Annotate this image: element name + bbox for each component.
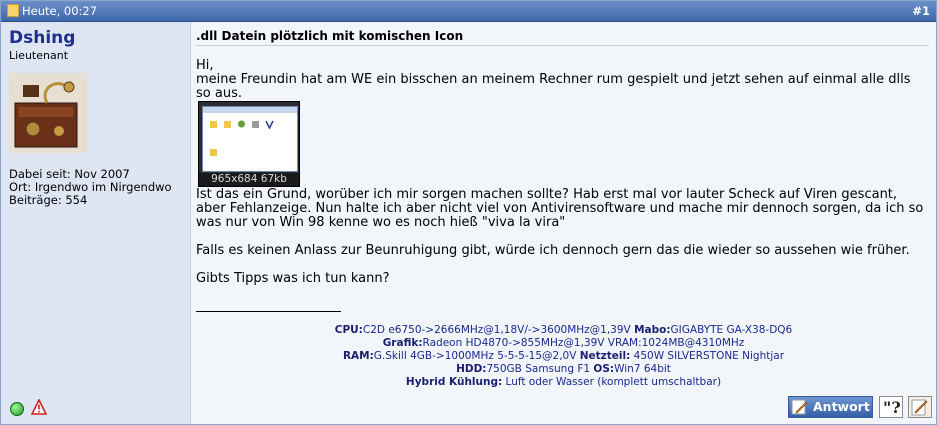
post-date: Heute, 00:27 [7,4,97,18]
user-meta: Dabei seit: Nov 2007 Ort: Irgendwo im Ni… [9,168,172,207]
signature-line: RAM:G.Skill 4GB->1000MHz 5-5-5-15@2,0V N… [191,350,936,363]
title-divider [196,45,929,46]
sig-value: Radeon HD4870->855MHz@1,39V VRAM:1024MB@… [422,337,745,349]
pencil-icon [791,399,808,415]
signature-divider [196,311,341,312]
signature: CPU:C2D e6750->2666MHz@1,18V/->3600MHz@1… [191,324,936,389]
reply-button[interactable]: Antwort [788,396,873,418]
quote-icon: "? [883,398,901,417]
post-old-icon [7,4,19,17]
sig-label: Grafik: [382,337,423,349]
sig-label: Netzteil: [579,350,631,362]
post-content-panel: .dll Datein plötzlich mit komischen Icon… [191,22,936,424]
post-paragraph: Ist das ein Grund, worüber ich mir sorge… [196,187,924,230]
sig-value: 450W SILVERSTONE Nightjar [633,350,785,362]
quote-button[interactable]: "? [879,396,903,418]
sig-label: OS: [593,363,615,375]
thumbnail-caption: 965x684 67kb [199,173,299,186]
sig-label: Mabo: [634,324,671,336]
post-date-text: Heute, 00:27 [22,4,98,18]
post-paragraph: Falls es keinen Anlass zur Beunruhigung … [196,243,910,258]
signature-line: Hybrid Kühlung: Luft oder Wasser (komple… [191,376,936,389]
multiquote-icon [911,399,928,416]
signature-line: CPU:C2D e6750->2666MHz@1,18V/->3600MHz@1… [191,324,936,337]
sig-label: HDD: [456,363,487,375]
post-buttons: Antwort "? [788,396,932,418]
post-title: .dll Datein plötzlich mit komischen Icon [196,29,464,43]
sig-value: 750GB Samsung F1 [486,363,591,375]
post-header: Heute, 00:27 #1 [1,1,936,22]
post-paragraph: Gibts Tipps was ich tun kann? [196,271,390,286]
sig-value: C2D e6750->2666MHz@1,18V/->3600MHz@1,39V [362,324,631,336]
sig-label: RAM: [342,350,374,362]
user-info-panel: Dshing Lieutenant Dabei seit: Nov 2007 O… [1,22,191,424]
sig-label: Hybrid Kühlung: [405,376,503,388]
post-number-link[interactable]: #1 [912,4,930,18]
signature-line: HDD:750GB Samsung F1 OS:Win7 64bit [191,363,936,376]
post-body: Hi, meine Freundin hat am WE ein bissche… [196,59,926,286]
sig-value: GIGABYTE GA-X38-DQ6 [670,324,793,336]
sig-value: G.Skill 4GB->1000MHz 5-5-5-15@2,0V [373,350,577,362]
forum-post: Heute, 00:27 #1 Dshing Lieutenant Dabei … [0,0,937,425]
reply-button-label: Antwort [813,399,870,414]
signature-line: Grafik:Radeon HD4870->855MHz@1,39V VRAM:… [191,337,936,350]
attachment-thumbnail[interactable]: 965x684 67kb [198,101,300,187]
avatar[interactable] [9,73,87,153]
report-warning-icon[interactable] [30,398,48,415]
post-greeting: Hi, [196,58,214,73]
thumbnail-window [202,106,298,172]
user-post-count: Beiträge: 554 [9,193,88,207]
username-link[interactable]: Dshing [9,28,75,48]
user-rank: Lieutenant [9,49,69,62]
multiquote-button[interactable] [908,396,932,418]
sig-value: Win7 64bit [614,363,671,375]
sig-label: CPU: [334,324,363,336]
post-intro: meine Freundin hat am WE ein bisschen an… [196,72,911,101]
svg-text:"?: "? [883,398,901,417]
sig-value: Luft oder Wasser (komplett umschaltbar) [505,376,722,388]
online-status-icon [10,402,24,416]
